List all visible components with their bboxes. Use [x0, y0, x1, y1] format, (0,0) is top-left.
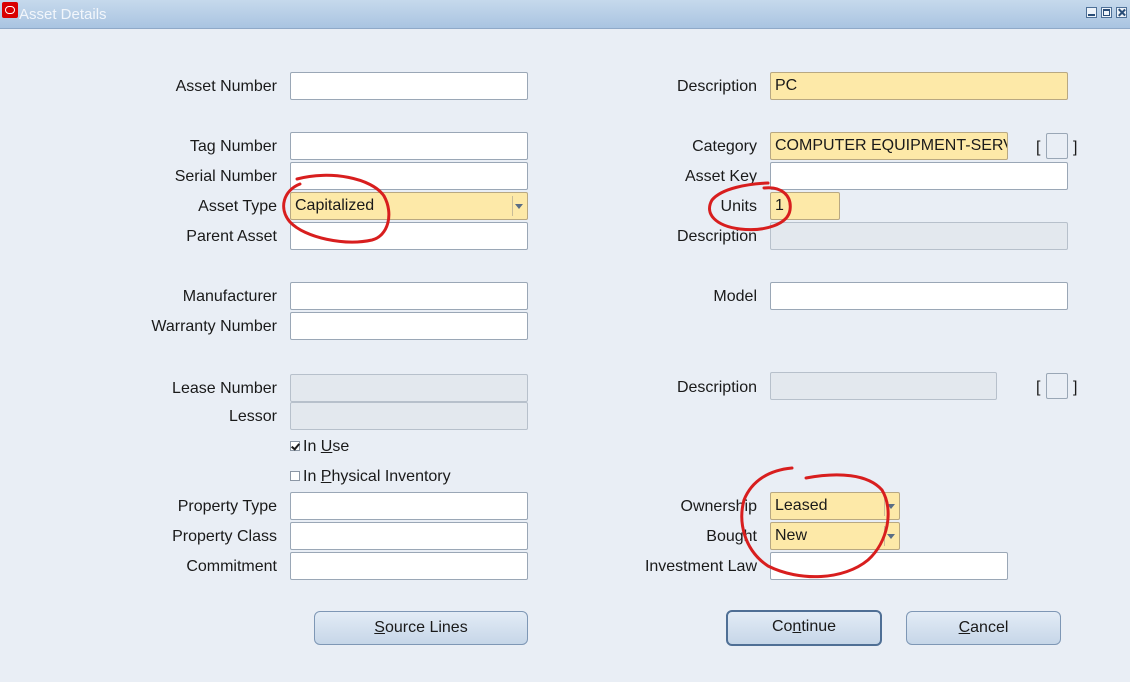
chevron-down-icon[interactable] — [887, 534, 895, 539]
continue-button[interactable]: Continue — [726, 610, 882, 646]
ownership-label: Ownership — [680, 498, 757, 515]
manufacturer-label: Manufacturer — [182, 288, 277, 305]
lease-bracket-open: [ — [1036, 379, 1041, 396]
minimize-icon[interactable] — [1086, 7, 1097, 18]
lease-bracket-close: ] — [1073, 379, 1078, 396]
property-type-label: Property Type — [177, 498, 277, 515]
investment-law-label: Investment Law — [644, 558, 757, 575]
asset-number-label: Asset Number — [175, 78, 277, 95]
model-field[interactable] — [770, 282, 1068, 310]
commitment-label: Commitment — [186, 558, 277, 575]
description-label: Description — [676, 78, 757, 95]
in-physical-inventory-checkbox[interactable] — [290, 471, 300, 481]
asset-type-value: Capitalized — [295, 197, 375, 214]
property-class-field[interactable] — [290, 522, 528, 550]
model-label: Model — [713, 288, 757, 305]
tag-number-label: Tag Number — [189, 138, 277, 155]
parent-asset-label: Parent Asset — [186, 228, 277, 245]
in-use-checkbox[interactable] — [290, 441, 300, 451]
asset-type-select[interactable]: Capitalized — [290, 192, 528, 220]
dropdown-separator — [884, 496, 885, 516]
parent-asset-field[interactable] — [290, 222, 528, 250]
ownership-select[interactable]: Leased — [770, 492, 900, 520]
bought-value: New — [775, 527, 808, 544]
category-field[interactable]: COMPUTER EQUIPMENT-SERV — [770, 132, 1008, 160]
lease-description-field[interactable] — [770, 372, 997, 400]
category-flexfield-button[interactable] — [1046, 133, 1068, 159]
manufacturer-field[interactable] — [290, 282, 528, 310]
lease-number-label: Lease Number — [172, 380, 277, 397]
commitment-field[interactable] — [290, 552, 528, 580]
in-use-label: In Use — [303, 438, 350, 455]
lease-flexfield-button[interactable] — [1046, 373, 1068, 399]
lease-number-field[interactable] — [290, 374, 528, 402]
maximize-icon[interactable] — [1101, 7, 1112, 18]
warranty-number-label: Warranty Number — [151, 318, 277, 335]
category-bracket-open: [ — [1036, 139, 1041, 156]
serial-number-label: Serial Number — [174, 168, 277, 185]
property-type-field[interactable] — [290, 492, 528, 520]
category-bracket-close: ] — [1073, 139, 1078, 156]
category-description-field[interactable] — [770, 222, 1068, 250]
asset-number-field[interactable] — [290, 72, 528, 100]
chevron-down-icon[interactable] — [887, 504, 895, 509]
asset-type-label: Asset Type — [198, 198, 277, 215]
close-icon[interactable] — [1116, 7, 1127, 18]
units-field[interactable]: 1 — [770, 192, 840, 220]
in-physical-inventory-label: In Physical Inventory — [303, 468, 451, 485]
bought-select[interactable]: New — [770, 522, 900, 550]
cancel-button[interactable]: Cancel — [906, 611, 1061, 645]
dropdown-separator — [512, 196, 513, 216]
property-class-label: Property Class — [172, 528, 277, 545]
chevron-down-icon[interactable] — [515, 204, 523, 209]
description-field[interactable]: PC — [770, 72, 1068, 100]
warranty-number-field[interactable] — [290, 312, 528, 340]
bought-label: Bought — [706, 528, 757, 545]
ownership-value: Leased — [775, 497, 828, 514]
lease-description-label: Description — [676, 379, 757, 396]
oracle-logo-icon — [2, 2, 18, 18]
source-lines-button[interactable]: Source Lines — [314, 611, 528, 645]
window-title: Asset Details — [19, 6, 107, 23]
asset-key-field[interactable] — [770, 162, 1068, 190]
lessor-label: Lessor — [228, 408, 277, 425]
investment-law-field[interactable] — [770, 552, 1008, 580]
dropdown-separator — [884, 526, 885, 546]
asset-key-label: Asset Key — [684, 168, 757, 185]
serial-number-field[interactable] — [290, 162, 528, 190]
tag-number-field[interactable] — [290, 132, 528, 160]
window-title-bar: Asset Details — [0, 0, 1130, 29]
units-label: Units — [720, 198, 757, 215]
category-label: Category — [692, 138, 757, 155]
lessor-field[interactable] — [290, 402, 528, 430]
category-description-label: Description — [676, 228, 757, 245]
